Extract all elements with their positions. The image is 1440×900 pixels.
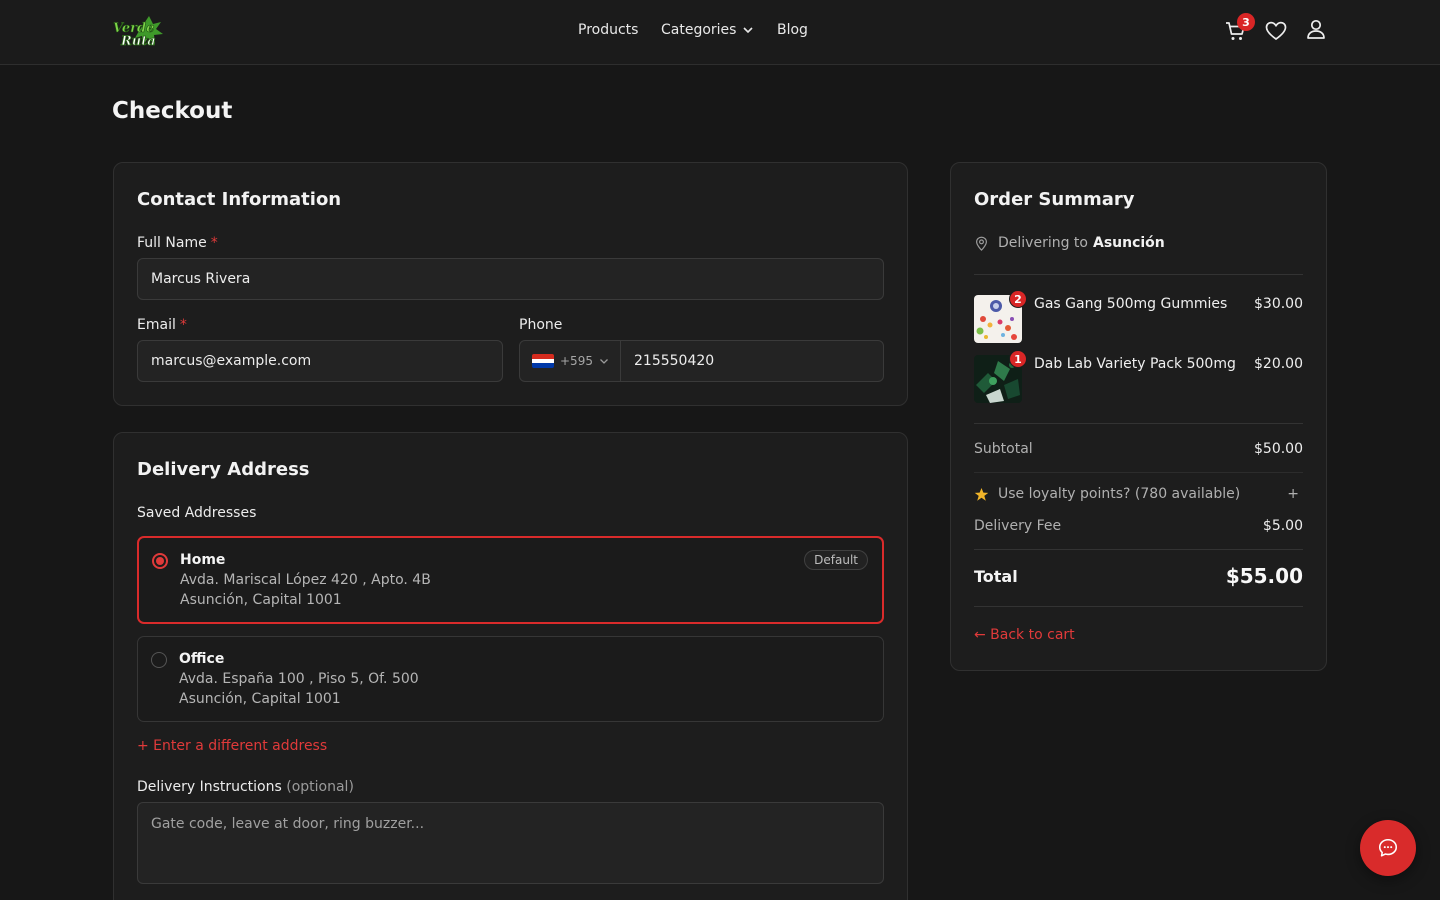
item-quantity-badge: 1: [1009, 350, 1027, 368]
address-radio-selected[interactable]: [152, 553, 168, 569]
full-name-label: Full Name *: [137, 235, 218, 251]
chevron-down-icon: [743, 27, 754, 34]
chat-bubble-icon: [1378, 838, 1398, 857]
phone-input[interactable]: 215550420: [621, 341, 883, 381]
contact-title: Contact Information: [137, 189, 342, 210]
page-title: Checkout: [112, 98, 233, 124]
default-badge: Default: [804, 550, 868, 570]
address-name: Home: [180, 552, 226, 568]
chat-button[interactable]: [1360, 820, 1416, 876]
total-row: Total $55.00: [974, 564, 1303, 588]
heart-icon: [1265, 21, 1287, 41]
subtotal-row: Subtotal $50.00: [974, 441, 1303, 457]
user-icon: [1307, 19, 1325, 39]
divider: [974, 423, 1303, 424]
account-button[interactable]: [1303, 16, 1329, 42]
email-label: Email *: [137, 317, 187, 333]
divider: [974, 606, 1303, 607]
delivery-fee-row: Delivery Fee $5.00: [974, 518, 1303, 534]
logo-graphic: Verde Ruta: [113, 16, 163, 49]
back-to-cart-link[interactable]: ← Back to cart: [974, 627, 1075, 643]
address-line-1: Avda. Mariscal López 420 , Apto. 4B: [180, 572, 431, 588]
delivery-instructions-textarea[interactable]: Gate code, leave at door, ring buzzer...: [137, 802, 884, 884]
divider: [974, 549, 1303, 550]
full-name-input[interactable]: Marcus Rivera: [137, 258, 884, 300]
total-label: Total: [974, 566, 1018, 586]
location-pin-icon: [976, 236, 987, 251]
delivering-city: Asunción: [1092, 235, 1165, 251]
delivering-prefix: Delivering to: [998, 235, 1088, 251]
phone-field: +595 215550420: [519, 340, 884, 382]
saved-address-office[interactable]: Office Avda. España 100 , Piso 5, Of. 50…: [137, 636, 884, 722]
logo-text-bottom: Ruta: [120, 34, 156, 49]
star-icon: [974, 487, 989, 501]
nav-products[interactable]: Products: [578, 22, 638, 38]
delivering-to: Delivering to Asunción: [974, 235, 1165, 251]
nav-blog[interactable]: Blog: [777, 22, 808, 38]
item-price: $20.00: [1254, 356, 1303, 372]
brand-logo[interactable]: Verde Ruta: [111, 14, 163, 50]
delivery-title: Delivery Address: [137, 459, 310, 480]
optional-hint: (optional): [286, 779, 354, 795]
address-name: Office: [179, 651, 225, 667]
enter-different-address-link[interactable]: + Enter a different address: [137, 738, 327, 754]
expand-plus-icon[interactable]: +: [1287, 486, 1299, 502]
full-name-label-text: Full Name: [137, 235, 207, 251]
email-label-text: Email: [137, 317, 176, 333]
item-name: Gas Gang 500mg Gummies: [1034, 296, 1228, 312]
item-price: $30.00: [1254, 296, 1303, 312]
email-input[interactable]: marcus@example.com: [137, 340, 503, 382]
divider: [974, 274, 1303, 275]
address-line-2: Asunción, Capital 1001: [179, 691, 341, 707]
loyalty-points-toggle: Use loyalty points? (780 available): [974, 486, 1240, 502]
delivery-fee-value: $5.00: [1262, 518, 1303, 534]
wishlist-button[interactable]: [1263, 18, 1289, 44]
instructions-label-text: Delivery Instructions: [137, 779, 282, 795]
paraguay-flag-icon: [532, 354, 554, 368]
item-quantity-badge: 2: [1009, 290, 1027, 308]
divider: [974, 472, 1303, 473]
subtotal-label: Subtotal: [974, 441, 1033, 457]
total-value: $55.00: [1225, 564, 1303, 588]
address-radio-unselected[interactable]: [151, 652, 167, 668]
item-name: Dab Lab Variety Pack 500mg: [1034, 356, 1236, 372]
delivery-fee-label: Delivery Fee: [974, 518, 1062, 534]
address-line-1: Avda. España 100 , Piso 5, Of. 500: [179, 671, 419, 687]
required-mark: *: [210, 235, 218, 251]
nav-categories-label: Categories: [661, 22, 737, 38]
loyalty-points-text: Use loyalty points? (780 available): [998, 486, 1241, 502]
required-mark: *: [179, 317, 187, 333]
subtotal-value: $50.00: [1254, 441, 1303, 457]
nav-categories[interactable]: Categories: [661, 22, 754, 38]
country-code: +595: [560, 354, 593, 368]
phone-label: Phone: [519, 317, 563, 333]
address-line-2: Asunción, Capital 1001: [180, 592, 342, 608]
cart-count-badge: 3: [1237, 13, 1255, 31]
order-summary-title: Order Summary: [974, 189, 1135, 210]
loyalty-points-row[interactable]: Use loyalty points? (780 available) +: [974, 486, 1303, 502]
country-code-select[interactable]: +595: [520, 341, 621, 381]
saved-address-home[interactable]: Home Avda. Mariscal López 420 , Apto. 4B…: [137, 536, 884, 624]
top-navbar: Verde Ruta Products Categories Blog 3: [0, 0, 1440, 65]
chevron-down-icon: [600, 359, 608, 364]
delivery-instructions-label: Delivery Instructions (optional): [137, 779, 354, 795]
saved-addresses-label: Saved Addresses: [137, 505, 257, 521]
